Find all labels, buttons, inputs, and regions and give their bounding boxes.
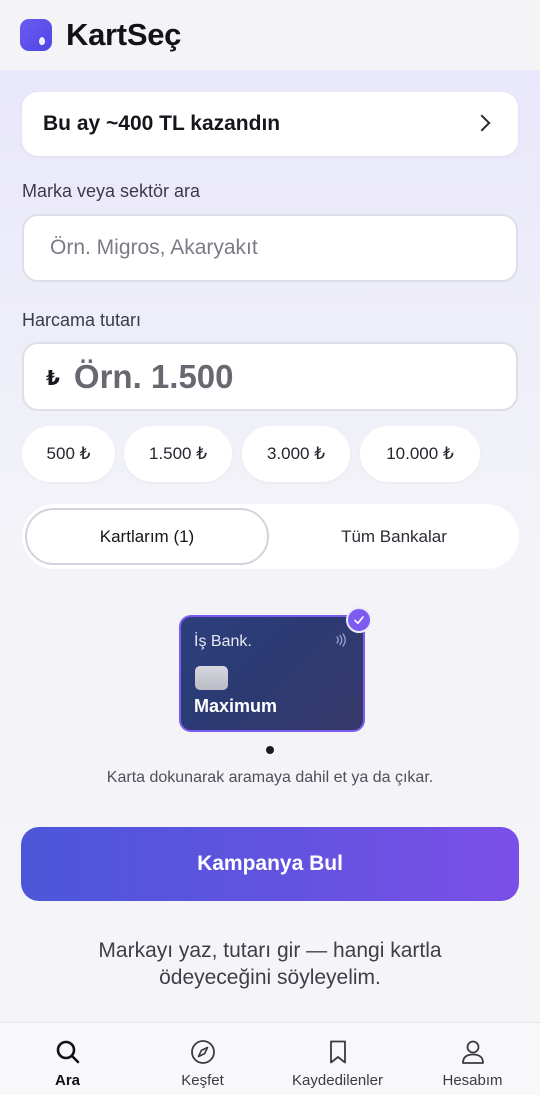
app-title: KartSeç (66, 17, 182, 52)
card-drop-logo-icon (20, 19, 52, 51)
amount-chip-500[interactable]: 500 ₺ (22, 426, 115, 482)
nav-label: Hesabım (442, 1072, 503, 1089)
bank-card[interactable]: İş Bank. Maximum (179, 615, 365, 732)
tagline-text: Markayı yaz, tutarı gir — hangi kartla ö… (98, 939, 442, 989)
compass-icon (190, 1040, 215, 1064)
chevron-right-icon (473, 114, 491, 132)
card-bank-name: İş Bank. (194, 633, 252, 650)
bottom-navigation: Ara Keşfet Kaydedilenler Hesabım (0, 1022, 540, 1095)
nav-item-saved[interactable]: Kaydedilenler (270, 1023, 405, 1095)
nav-label: Kaydedilenler (292, 1072, 383, 1089)
amount-field[interactable]: ₺ (22, 342, 518, 411)
nav-label: Ara (54, 1072, 80, 1089)
check-icon (346, 607, 372, 633)
contactless-icon (336, 633, 346, 647)
bookmark-icon (329, 1040, 346, 1064)
amount-chip-1500[interactable]: 1.500 ₺ (124, 426, 232, 482)
amount-input[interactable] (73, 357, 516, 396)
card-brand-name: Maximum (194, 696, 278, 716)
find-campaign-button[interactable]: Kampanya Bul (21, 827, 519, 901)
tab-my-cards[interactable]: Kartlarım (1) (25, 508, 269, 565)
amount-label: Harcama tutarı (22, 310, 142, 330)
search-label: Marka veya sektör ara (22, 181, 201, 201)
main-content: Bu ay ~400 TL kazandın Marka veya sektör… (0, 70, 540, 1022)
card-source-tabs: Kartlarım (1) Tüm Bankalar (22, 504, 519, 569)
search-field[interactable] (22, 214, 518, 282)
helper-text: Karta dokunarak aramaya dahil et ya da ç… (106, 769, 434, 786)
amount-chip-3000[interactable]: 3.000 ₺ (242, 426, 350, 482)
savings-summary-text: Bu ay ~400 TL kazandın (43, 112, 281, 135)
app-header: KartSeç (0, 0, 540, 70)
chip-icon (195, 666, 228, 690)
nav-item-discover[interactable]: Keşfet (135, 1023, 270, 1095)
nav-label: Keşfet (181, 1072, 224, 1089)
savings-summary-card[interactable]: Bu ay ~400 TL kazandın (22, 92, 518, 156)
currency-symbol: ₺ (46, 368, 60, 390)
app-screen: KartSeç Bu ay ~400 TL kazandın Marka vey… (0, 0, 540, 1095)
nav-item-search[interactable]: Ara (0, 1023, 135, 1095)
search-input[interactable] (50, 236, 516, 260)
tab-all-banks[interactable]: Tüm Bankalar (274, 508, 514, 565)
user-icon (461, 1040, 484, 1064)
amount-chip-10000[interactable]: 10.000 ₺ (360, 426, 480, 482)
search-icon (56, 1040, 79, 1064)
carousel-page-indicator (266, 746, 274, 754)
nav-item-account[interactable]: Hesabım (405, 1023, 540, 1095)
